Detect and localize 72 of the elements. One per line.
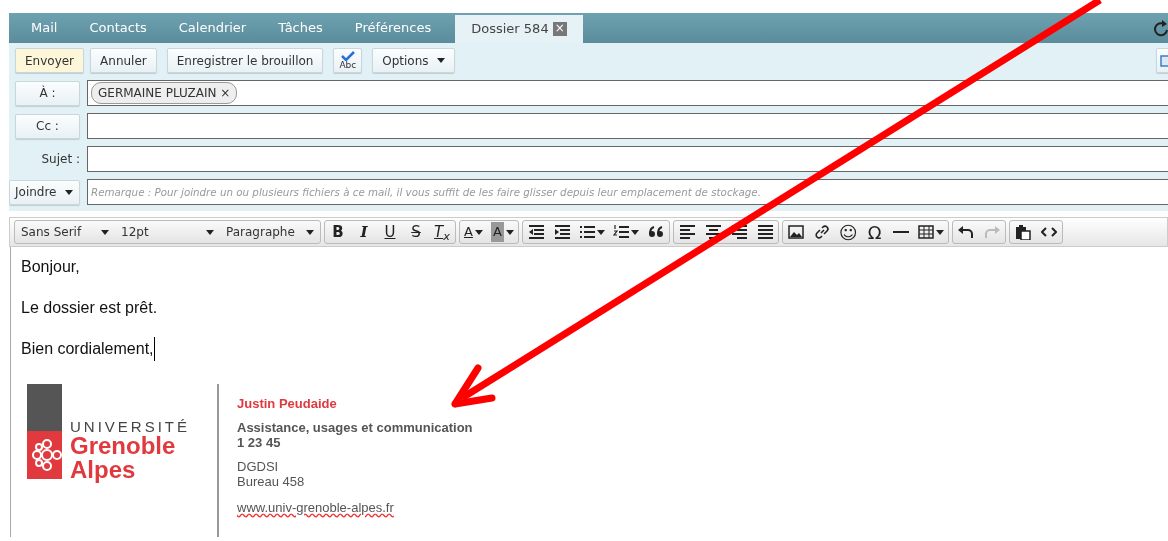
- caret-icon: [596, 229, 605, 235]
- emoji-button[interactable]: ☺: [834, 221, 862, 243]
- caret-icon: [474, 229, 483, 235]
- website-link[interactable]: www.univ-grenoble-alpes.fr: [237, 499, 394, 516]
- outdent-icon: [527, 224, 544, 240]
- bullet-list-icon: [578, 224, 595, 240]
- link-icon: [813, 224, 830, 240]
- logo-text: Grenoble: [70, 434, 177, 458]
- message-editor[interactable]: Bonjour, Le dossier est prêt. Bien cordialement, UNIVERSITÉ Grenoble Alpes Justin Peudaide Assistance, usages et communication 1 23 45 DGDSI Bureau 458 www.univ-grenoble-alpes.fr: [10, 247, 1168, 537]
- format-select[interactable]: Paragraphe: [220, 221, 320, 243]
- clear-format-button[interactable]: T$_{x}$: [429, 221, 455, 243]
- signature-name: Justin Peudaide: [237, 396, 338, 412]
- caret-icon: [505, 229, 514, 235]
- body-text: Bien cordialement,: [21, 337, 155, 361]
- recipient-chip[interactable]: GERMAINE PLUZAIN ×: [91, 82, 238, 104]
- caret-icon: [935, 229, 944, 235]
- caret-icon: [101, 229, 109, 235]
- spellcheck-button[interactable]: Abc: [333, 48, 363, 73]
- logo-text: Alpes: [70, 458, 137, 482]
- italic-button[interactable]: I: [351, 221, 377, 243]
- to-button[interactable]: À :: [15, 80, 80, 106]
- window-button[interactable]: [1156, 48, 1168, 73]
- save-draft-button[interactable]: Enregistrer le brouillon: [166, 48, 324, 73]
- size-select[interactable]: 12pt: [115, 221, 220, 243]
- caret-icon: [64, 189, 73, 195]
- caret-icon: [630, 229, 639, 235]
- refresh-icon: [1154, 19, 1168, 38]
- cc-field[interactable]: [87, 113, 1168, 139]
- subject-field[interactable]: [87, 146, 1168, 172]
- remark-field[interactable]: Remarque : Pour joindre un ou plusieurs fichiers à ce mail, il vous suffit de les faire glisser depuis leur emplacement de stockage.: [87, 179, 1168, 205]
- strikethrough-button[interactable]: S: [403, 221, 429, 243]
- image-icon: [787, 224, 804, 240]
- cancel-button[interactable]: Annuler: [90, 48, 157, 73]
- align-right-icon: [730, 224, 747, 240]
- checkmark-icon: [340, 51, 355, 61]
- caret-icon: [306, 229, 314, 235]
- paste-icon: [1014, 224, 1031, 240]
- signature-text: Bureau 458: [237, 474, 306, 490]
- align-left-icon: [678, 224, 695, 240]
- caret-icon: [436, 58, 445, 63]
- subject-label: Sujet :: [40, 151, 80, 168]
- signature-text: DGDSI: [237, 458, 280, 475]
- tab[interactable]: Dossier 584 ×: [455, 15, 583, 43]
- justify-icon: [756, 224, 773, 240]
- horizontal-line-icon: [892, 231, 909, 233]
- body-text: Bonjour,: [21, 257, 81, 277]
- logo-emblem-icon: [27, 384, 62, 479]
- redo-icon: [983, 224, 1000, 240]
- close-button[interactable]: ×: [552, 22, 567, 36]
- quote-icon: [647, 224, 664, 240]
- signature-phone: 1 23 45: [237, 435, 282, 451]
- text-color-button[interactable]: A: [460, 221, 487, 243]
- caret-icon: [206, 229, 214, 235]
- numbered-list-icon: [612, 224, 629, 240]
- background-color-button[interactable]: A: [486, 221, 518, 243]
- font-select[interactable]: Sans Serif: [15, 221, 115, 243]
- send-button[interactable]: Envoyer: [15, 48, 85, 73]
- signature-role: Assistance, usages et communication: [237, 419, 473, 436]
- to-field[interactable]: GERMAINE PLUZAIN ×: [87, 80, 1168, 106]
- body-text: Le dossier est prêt.: [21, 298, 159, 318]
- special-character-button[interactable]: Ω: [861, 221, 888, 243]
- logo-text: UNIVERSITÉ: [70, 419, 190, 434]
- bold-button[interactable]: B: [325, 221, 351, 243]
- attach-button[interactable]: Joindre: [9, 179, 80, 205]
- indent-icon: [553, 224, 570, 240]
- remove-button[interactable]: ×: [220, 86, 231, 100]
- cc-button[interactable]: Cc :: [15, 113, 80, 139]
- align-center-icon: [704, 224, 721, 240]
- underline-button[interactable]: U: [377, 221, 403, 243]
- options-button[interactable]: Options: [372, 48, 455, 73]
- table-icon: [917, 224, 934, 240]
- undo-icon: [957, 224, 974, 240]
